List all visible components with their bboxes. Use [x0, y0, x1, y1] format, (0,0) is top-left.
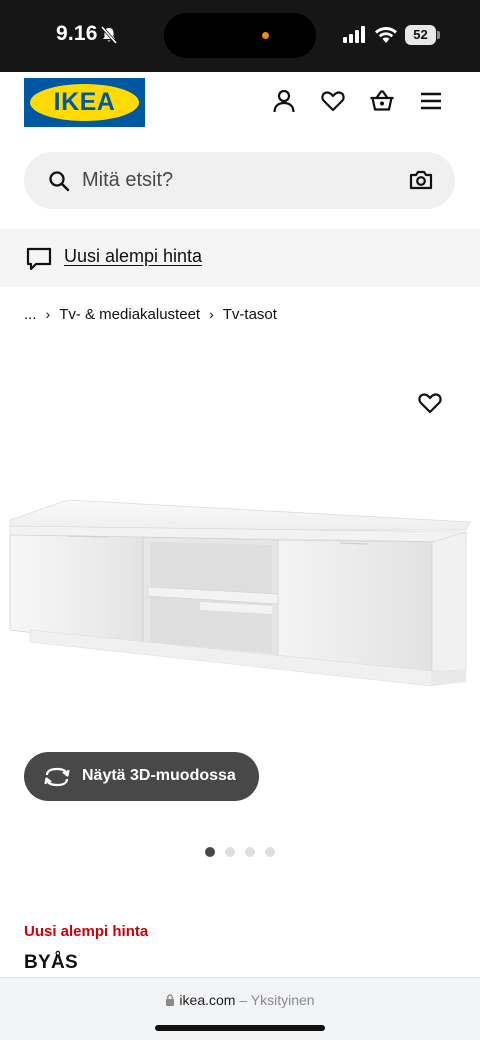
search-input[interactable] [82, 152, 382, 209]
carousel-dot-3[interactable] [245, 847, 255, 857]
battery-tip [437, 31, 440, 39]
breadcrumb-item-tv-media-furniture[interactable]: Tv- & mediakalusteet [59, 306, 200, 323]
breadcrumb: ... › Tv- & mediakalusteet › Tv-tasot [24, 304, 277, 324]
ikea-logo[interactable]: IKEA [24, 78, 145, 127]
battery-indicator: 52 [405, 25, 436, 45]
carousel-dot-1[interactable] [205, 847, 215, 857]
product-name: BYÅS [24, 952, 78, 973]
rotate-3d-icon [44, 767, 70, 787]
wifi-icon [375, 27, 397, 43]
menu-hamburger-icon[interactable] [418, 88, 444, 114]
view-in-3d-button[interactable]: Näytä 3D-muodossa [24, 752, 259, 801]
search-icon [49, 171, 70, 192]
browser-url-bar[interactable]: ikea.com – Yksityinen [0, 977, 480, 1040]
speech-bubble-icon [26, 247, 52, 271]
home-indicator[interactable] [155, 1025, 325, 1031]
lock-icon [166, 994, 175, 1006]
search-bar[interactable] [24, 152, 455, 209]
image-carousel-dots [205, 847, 275, 857]
private-mode-label: – Yksityinen [239, 992, 315, 1008]
product-image-tv-bench[interactable] [0, 490, 480, 730]
dynamic-island [164, 13, 316, 58]
favourites-heart-icon[interactable] [320, 88, 346, 114]
logo-text: IKEA [53, 88, 116, 116]
new-lower-price-tag: Uusi alempi hinta [24, 923, 149, 940]
privacy-indicator-dot [262, 32, 269, 39]
carousel-dot-2[interactable] [225, 847, 235, 857]
url-domain: ikea.com [179, 992, 236, 1008]
shopping-basket-icon[interactable] [369, 88, 395, 114]
promo-banner: Uusi alempi hinta [0, 229, 480, 287]
chevron-right-icon: › [209, 306, 214, 322]
visual-search-camera-icon[interactable] [409, 168, 433, 192]
status-time: 9.16 [56, 22, 98, 45]
carousel-dot-4[interactable] [265, 847, 275, 857]
new-lower-price-link[interactable]: Uusi alempi hinta [64, 246, 202, 267]
status-bar: 9.16 52 [0, 0, 480, 72]
view-in-3d-label: Näytä 3D-muodossa [82, 767, 236, 784]
url-display[interactable]: ikea.com – Yksityinen [0, 992, 480, 1008]
breadcrumb-ellipsis[interactable]: ... [24, 306, 37, 323]
chevron-right-icon: › [45, 306, 51, 322]
account-icon[interactable] [271, 88, 297, 114]
breadcrumb-item-tv-benches[interactable]: Tv-tasot [223, 306, 277, 323]
cellular-signal-icon [343, 26, 365, 43]
muted-bell-icon [100, 26, 118, 44]
add-to-favourites-heart-icon[interactable] [417, 390, 443, 416]
